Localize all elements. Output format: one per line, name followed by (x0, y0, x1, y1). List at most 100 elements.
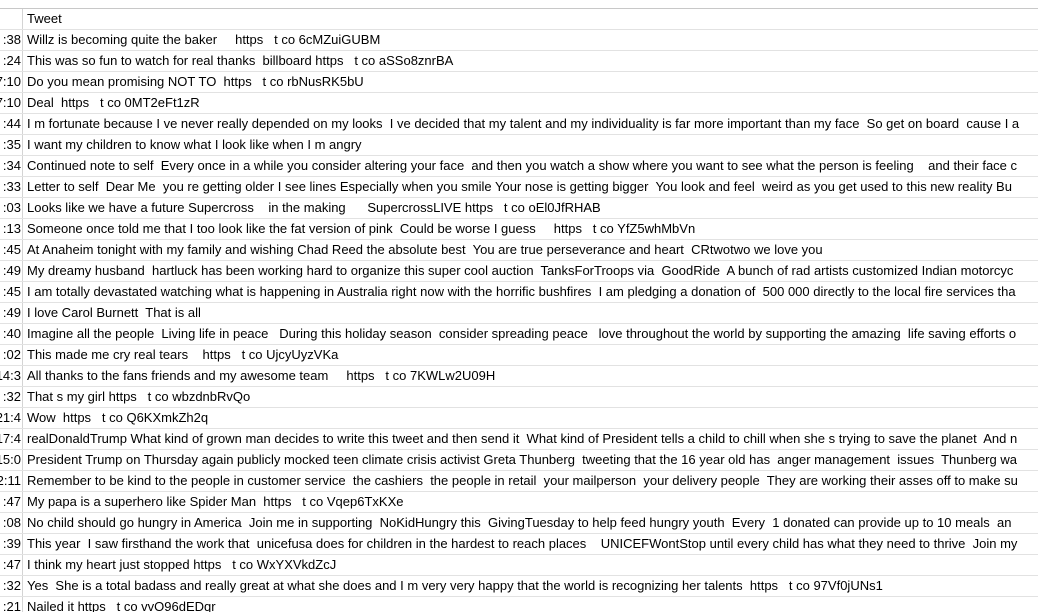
time-cell[interactable]: :45 (0, 240, 23, 260)
tweet-cell[interactable]: I think my heart just stopped https t co… (23, 555, 1038, 575)
time-text: :24 (2, 53, 21, 68)
time-cell[interactable]: :38 (0, 30, 23, 50)
tweet-cell[interactable]: All thanks to the fans friends and my aw… (23, 366, 1038, 386)
time-text: :03 (2, 200, 21, 215)
tweet-cell[interactable]: Willz is becoming quite the baker https … (23, 30, 1038, 50)
table-row: :45 I am totally devastated watching what… (0, 282, 1038, 303)
tweet-cell[interactable]: I want my children to know what I look l… (23, 135, 1038, 155)
tweet-cell[interactable]: Imagine all the people Living life in pe… (23, 324, 1038, 344)
tweet-cell[interactable]: Wow https t co Q6KXmkZh2q (23, 408, 1038, 428)
table-row: :39 This year I saw firsthand the work th… (0, 534, 1038, 555)
time-text: :34 (2, 158, 21, 173)
tweet-cell[interactable]: I love Carol Burnett That is all (23, 303, 1038, 323)
time-text: 7:10 (0, 95, 21, 110)
table-row: :34 Continued note to self Every once in … (0, 156, 1038, 177)
time-cell[interactable]: :02 (0, 345, 23, 365)
table-row: :38 Willz is becoming quite the baker htt… (0, 30, 1038, 51)
time-cell[interactable]: :32 (0, 387, 23, 407)
time-cell[interactable]: :40 (0, 324, 23, 344)
table-row: :40 Imagine all the people Living life in… (0, 324, 1038, 345)
column-header-strip (0, 0, 1038, 9)
table-row: :02 This made me cry real tears https t c… (0, 345, 1038, 366)
time-cell[interactable]: 17:4 (0, 429, 23, 449)
time-text: :45 (2, 284, 21, 299)
time-text: :02 (2, 347, 21, 362)
time-text: :47 (2, 557, 21, 572)
tweet-cell[interactable]: My papa is a superhero like Spider Man h… (23, 492, 1038, 512)
table-row: :49 My dreamy husband hartluck has been w… (0, 261, 1038, 282)
time-cell[interactable]: :49 (0, 303, 23, 323)
time-cell[interactable]: 2:11 (0, 471, 23, 491)
time-cell[interactable]: :39 (0, 534, 23, 554)
time-text: 2:11 (0, 473, 21, 488)
time-text: :45 (2, 242, 21, 257)
time-cell[interactable]: :33 (0, 177, 23, 197)
time-text: :49 (2, 263, 21, 278)
table-row: 21:4Wow https t co Q6KXmkZh2q (0, 408, 1038, 429)
time-cell[interactable]: :24 (0, 51, 23, 71)
time-cell[interactable]: :47 (0, 492, 23, 512)
tweet-cell[interactable]: Do you mean promising NOT TO https t co … (23, 72, 1038, 92)
table-row: :32 Yes She is a total badass and really … (0, 576, 1038, 597)
header-cell-time[interactable] (0, 9, 23, 29)
time-cell[interactable]: 14:3 (0, 366, 23, 386)
tweet-cell[interactable]: Someone once told me that I too look lik… (23, 219, 1038, 239)
tweet-cell[interactable]: Letter to self Dear Me you re getting ol… (23, 177, 1038, 197)
time-text: :38 (2, 32, 21, 47)
time-cell[interactable]: :03 (0, 198, 23, 218)
tweet-cell[interactable]: That s my girl https t co wbzdnbRvQo (23, 387, 1038, 407)
time-text: 7:10 (0, 74, 21, 89)
time-cell[interactable]: :32 (0, 576, 23, 596)
table-row: :35 I want my children to know what I loo… (0, 135, 1038, 156)
time-cell[interactable]: :21 (0, 597, 23, 612)
tweet-cell[interactable]: No child should go hungry in America Joi… (23, 513, 1038, 533)
header-cell-tweet[interactable]: Tweet (23, 9, 1038, 29)
time-cell[interactable]: :34 (0, 156, 23, 176)
tweet-cell[interactable]: I m fortunate because I ve never really … (23, 114, 1038, 134)
tweet-cell[interactable]: This was so fun to watch for real thanks… (23, 51, 1038, 71)
time-cell[interactable]: :35 (0, 135, 23, 155)
time-cell[interactable]: :49 (0, 261, 23, 281)
time-text: :32 (2, 389, 21, 404)
tweet-cell[interactable]: President Trump on Thursday again public… (23, 450, 1038, 470)
time-cell[interactable]: :47 (0, 555, 23, 575)
table-row: :33 Letter to self Dear Me you re getting… (0, 177, 1038, 198)
time-cell[interactable]: :44 (0, 114, 23, 134)
time-text: :35 (2, 137, 21, 152)
time-cell[interactable]: :13 (0, 219, 23, 239)
tweet-cell[interactable]: Yes She is a total badass and really gre… (23, 576, 1038, 596)
time-text: :08 (2, 515, 21, 530)
tweet-cell[interactable]: Continued note to self Every once in a w… (23, 156, 1038, 176)
time-cell[interactable]: 15:0 (0, 450, 23, 470)
tweet-cell[interactable]: Remember to be kind to the people in cus… (23, 471, 1038, 491)
time-text: :40 (2, 326, 21, 341)
table-row: :44 I m fortunate because I ve never real… (0, 114, 1038, 135)
tweet-cell[interactable]: This year I saw firsthand the work that … (23, 534, 1038, 554)
tweet-cell[interactable]: Nailed it https t co vvO96dEDqr (23, 597, 1038, 612)
time-text: 14:3 (0, 368, 21, 383)
tweet-cell[interactable]: My dreamy husband hartluck has been work… (23, 261, 1038, 281)
table-row: :47 I think my heart just stopped https t… (0, 555, 1038, 576)
table-row: :03 Looks like we have a future Supercros… (0, 198, 1038, 219)
time-cell[interactable]: 21:4 (0, 408, 23, 428)
time-text: 21:4 (0, 410, 21, 425)
table-body: :38 Willz is becoming quite the baker htt… (0, 30, 1038, 612)
time-text: :39 (2, 536, 21, 551)
time-text: :21 (2, 599, 21, 612)
table-row: 7:10Deal https t co 0MT2eFt1zR (0, 93, 1038, 114)
time-text: :13 (2, 221, 21, 236)
tweet-cell[interactable]: This made me cry real tears https t co U… (23, 345, 1038, 365)
time-cell[interactable]: 7:10 (0, 72, 23, 92)
table-row: :45 At Anaheim tonight with my family and… (0, 240, 1038, 261)
tweet-cell[interactable]: At Anaheim tonight with my family and wi… (23, 240, 1038, 260)
tweet-cell[interactable]: Looks like we have a future Supercross i… (23, 198, 1038, 218)
tweet-cell[interactable]: realDonaldTrump What kind of grown man d… (23, 429, 1038, 449)
table-row: 17:4realDonaldTrump What kind of grown m… (0, 429, 1038, 450)
table-row: :47 My papa is a superhero like Spider Ma… (0, 492, 1038, 513)
table-row: :24 This was so fun to watch for real tha… (0, 51, 1038, 72)
time-cell[interactable]: :08 (0, 513, 23, 533)
tweet-cell[interactable]: I am totally devastated watching what is… (23, 282, 1038, 302)
time-cell[interactable]: :45 (0, 282, 23, 302)
time-cell[interactable]: 7:10 (0, 93, 23, 113)
tweet-cell[interactable]: Deal https t co 0MT2eFt1zR (23, 93, 1038, 113)
